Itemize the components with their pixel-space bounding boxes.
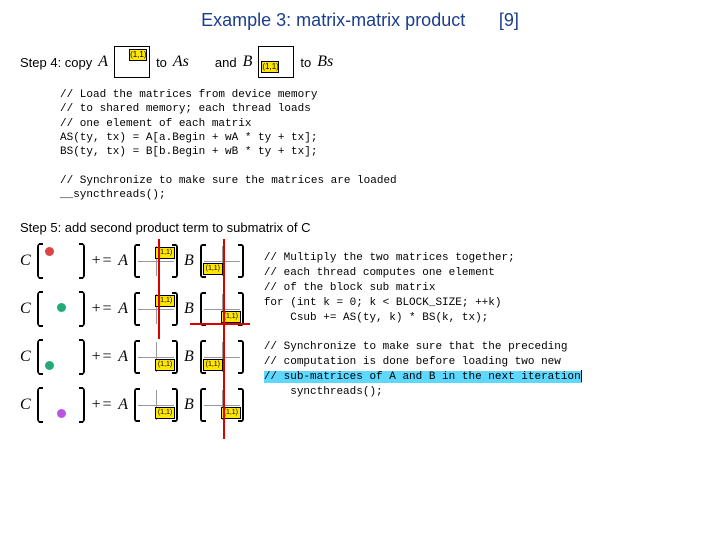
- op-pluseq: +=: [91, 396, 113, 414]
- matrix-C-icon: [37, 243, 85, 279]
- code-block-1: // Load the matrices from device memory …: [60, 88, 700, 202]
- step4-to-1: to: [156, 55, 167, 70]
- matrix-C-icon: [37, 291, 85, 327]
- var-A: A: [118, 252, 128, 270]
- submatrix-A-icon: (1,1): [134, 388, 178, 422]
- step4-label: Step 4: copy: [20, 55, 92, 70]
- op-pluseq: +=: [91, 252, 113, 270]
- dot-icon: [57, 303, 66, 312]
- var-B: B: [243, 53, 253, 71]
- submatrix-A-icon: (1,1): [134, 292, 178, 326]
- code-post: syncthreads();: [264, 386, 383, 398]
- var-B: B: [184, 348, 194, 366]
- op-pluseq: +=: [91, 300, 113, 318]
- submatrix-B-icon: (1,1): [200, 388, 244, 422]
- code-pre: // Multiply the two matrices together; /…: [264, 252, 568, 368]
- submatrix-B-icon: (1,1): [200, 244, 244, 278]
- matrix-C-icon: [37, 387, 85, 423]
- var-C: C: [20, 300, 31, 318]
- eq-row: C += A (1,1) B (1,1): [20, 387, 244, 423]
- var-A: A: [118, 396, 128, 414]
- var-B: B: [184, 300, 194, 318]
- var-C: C: [20, 252, 31, 270]
- step4-to-2: to: [300, 55, 311, 70]
- eq-row: C += A (1,1) B (1,1): [20, 339, 244, 375]
- op-pluseq: +=: [91, 348, 113, 366]
- text-cursor-icon: [581, 370, 582, 382]
- dot-icon: [45, 247, 54, 256]
- submatrix-B-icon: (1,1): [200, 340, 244, 374]
- red-line-icon: [223, 239, 225, 439]
- submatrix-A-icon: (1,1): [134, 340, 178, 374]
- equations-column: C += A (1,1) B (1,1) C += A: [20, 243, 244, 435]
- matrix-C-icon: [37, 339, 85, 375]
- step5-label: Step 5: add second product term to subma…: [20, 220, 700, 235]
- red-line-icon: [190, 323, 250, 325]
- reference-marker: [9]: [499, 10, 519, 30]
- dot-icon: [57, 409, 66, 418]
- var-A: A: [118, 300, 128, 318]
- var-Bs: Bs: [317, 53, 333, 71]
- step4-row: Step 4: copy A (1,1) to As and B (1,1) t…: [20, 46, 700, 78]
- submatrix-B-icon: (1,1): [200, 292, 244, 326]
- red-line-icon: [158, 239, 160, 339]
- dot-icon: [45, 361, 54, 370]
- code-block-2: // Multiply the two matrices together; /…: [264, 243, 582, 435]
- var-B: B: [184, 396, 194, 414]
- var-A: A: [118, 348, 128, 366]
- var-B: B: [184, 252, 194, 270]
- lower-row: C += A (1,1) B (1,1) C += A: [20, 243, 700, 435]
- submatrix-A-icon: (1,1): [134, 244, 178, 278]
- var-As: As: [173, 53, 189, 71]
- matrix-A-icon: (1,1): [114, 46, 150, 78]
- step4-and: and: [215, 55, 237, 70]
- var-C: C: [20, 396, 31, 414]
- var-C: C: [20, 348, 31, 366]
- eq-row: C += A (1,1) B (1,1): [20, 243, 244, 279]
- code-highlight: // sub-matrices of A and B in the next i…: [264, 371, 582, 383]
- var-A: A: [98, 53, 108, 71]
- matrix-B-icon: (1,1): [258, 46, 294, 78]
- page-title: Example 3: matrix-matrix product: [201, 10, 465, 31]
- eq-row: C += A (1,1) B (1,1): [20, 291, 244, 327]
